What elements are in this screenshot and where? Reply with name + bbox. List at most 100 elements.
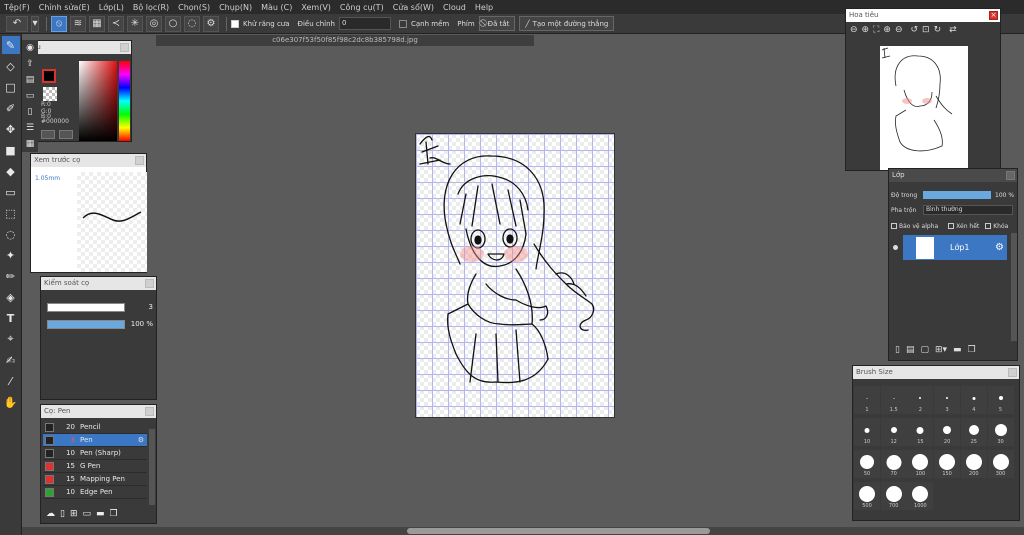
new-brush-icon[interactable]: ▯ — [60, 509, 65, 519]
brush-item-g-pen[interactable]: 15 G Pen — [43, 460, 147, 473]
hand-tool-icon[interactable]: ✋ — [2, 393, 20, 411]
smudge-tool-icon[interactable]: ✍ — [2, 351, 20, 369]
select-eraser-icon[interactable]: ◈ — [2, 288, 20, 306]
add-layer-icon[interactable]: ⊞▾ — [935, 345, 947, 355]
color-wheel-icon[interactable]: ◉ — [23, 41, 37, 55]
message-icon[interactable]: ▭ — [23, 89, 37, 103]
layer-scrollbar[interactable] — [1011, 233, 1017, 341]
list-icon[interactable]: ☰ — [23, 121, 37, 135]
menu-window[interactable]: Cửa sổ(W) — [393, 3, 434, 12]
add-brush-icon[interactable]: ⊞ — [70, 509, 78, 519]
foreground-swatch[interactable] — [42, 69, 56, 83]
brush-tool-icon[interactable]: ✎ — [1, 36, 20, 54]
close-icon[interactable] — [1006, 171, 1015, 180]
stroke-parallel-icon[interactable]: ≋ — [70, 15, 86, 32]
new-layer-3-icon[interactable]: ▢ — [920, 345, 929, 355]
brush-item-pencil[interactable]: 20 Pencil — [43, 421, 147, 434]
clipping-checkbox[interactable] — [948, 223, 955, 229]
select-tool-icon[interactable]: ⬚ — [2, 204, 20, 222]
eraser-tool-icon[interactable]: ◇ — [2, 57, 20, 75]
gear-icon[interactable]: ⚙ — [138, 436, 144, 444]
stabilizer-off-icon[interactable]: ⦸ — [51, 15, 67, 32]
zoom-out-icon[interactable]: ⊖ — [850, 25, 858, 35]
export-icon[interactable]: ⇪ — [23, 57, 37, 71]
brush-size-cell[interactable]: 500 — [854, 482, 880, 510]
brush-size-cell[interactable]: 12 — [880, 418, 907, 446]
menu-tools[interactable]: Công cụ(T) — [340, 3, 384, 12]
zoom-in-icon[interactable]: ⊕ — [862, 25, 870, 35]
brush-size-cell[interactable]: 1.5 — [880, 386, 907, 414]
menu-help[interactable]: Help — [475, 3, 493, 12]
close-icon[interactable] — [120, 43, 129, 52]
menu-filter[interactable]: Bộ lọc(R) — [133, 3, 169, 12]
protect-alpha-checkbox[interactable] — [891, 223, 897, 229]
brush-item-mapping-pen[interactable]: 15 Mapping Pen — [43, 473, 147, 486]
menu-view[interactable]: Xem(V) — [301, 3, 331, 12]
horizontal-scrollbar[interactable] — [22, 527, 1024, 535]
dot-tool-icon[interactable]: ✐ — [2, 99, 20, 117]
bucket-tool-icon[interactable]: ◆ — [2, 162, 20, 180]
brush-size-slider[interactable] — [47, 303, 125, 312]
drawing-canvas[interactable] — [415, 133, 615, 418]
move-tool-icon[interactable]: ✥ — [2, 120, 20, 138]
toolbar-dropdown-icon[interactable]: ▾ — [31, 15, 39, 32]
concentric-icon[interactable]: ◎ — [146, 15, 162, 32]
folder-icon[interactable]: ▬ — [96, 509, 105, 519]
brush-size-value[interactable]: 3 — [129, 303, 153, 312]
brush-size-cell[interactable]: 200 — [960, 450, 987, 478]
disable-button[interactable]: ⃠Đã tắt — [478, 16, 516, 31]
eyedropper-tool-icon[interactable]: ⁄ — [2, 372, 20, 390]
brush-size-cell[interactable]: 15 — [907, 418, 934, 446]
close-icon[interactable] — [145, 407, 154, 416]
divide-tool-icon[interactable]: ⌖ — [2, 330, 20, 348]
fit-icon[interactable]: ⛶ — [873, 25, 879, 35]
menu-cloud[interactable]: Cloud — [443, 3, 466, 12]
menu-layer[interactable]: Lớp(L) — [99, 3, 124, 12]
duplicate-icon[interactable]: ❐ — [110, 509, 118, 519]
symmetry-icon[interactable]: ◌ — [184, 15, 200, 32]
close-icon[interactable] — [1008, 368, 1017, 377]
rotate-right-icon[interactable]: ↻ — [934, 25, 942, 35]
perspective-icon[interactable]: ≺ — [108, 15, 124, 32]
circle-icon[interactable]: ○ — [165, 15, 181, 32]
brush-size-cell[interactable]: 10 — [854, 418, 880, 446]
fill-rect-tool-icon[interactable]: ■ — [2, 141, 20, 159]
copy-brush-icon[interactable]: ▭ — [83, 509, 92, 519]
correction-select[interactable]: 0 — [339, 17, 391, 30]
radial-icon[interactable]: ✳ — [127, 15, 143, 32]
file-tab[interactable]: c06e307f53f50f85f98c2dc8b385798d.jpg — [156, 35, 534, 46]
brush-size-cell[interactable]: 30 — [987, 418, 1014, 446]
brush-size-cell[interactable]: 2 — [907, 386, 934, 414]
brush-opacity-value[interactable]: 100 % — [123, 320, 153, 329]
lasso-tool-icon[interactable]: ◌ — [2, 225, 20, 243]
menu-capture[interactable]: Chụp(N) — [219, 3, 252, 12]
brush-item-pen-sharp[interactable]: 10 Pen (Sharp) — [43, 447, 147, 460]
brush-size-cell[interactable]: 50 — [854, 450, 880, 478]
duplicate-icon[interactable]: ❐ — [968, 345, 976, 355]
gear-icon[interactable]: ⚙ — [995, 242, 1004, 253]
gradient-tool-icon[interactable]: ▭ — [2, 183, 20, 201]
zoom-out-2-icon[interactable]: ⊖ — [895, 25, 903, 35]
text-tool-icon[interactable]: T — [2, 309, 20, 327]
close-icon[interactable] — [135, 156, 144, 165]
folder-icon[interactable]: ▬ — [953, 345, 962, 355]
brush-size-cell[interactable]: 700 — [880, 482, 907, 510]
rectangle-tool-icon[interactable]: □ — [2, 78, 20, 96]
rotate-left-icon[interactable]: ↺ — [911, 25, 919, 35]
brush-size-cell[interactable]: 1000 — [907, 482, 934, 510]
brush-size-cell[interactable]: 100 — [907, 450, 934, 478]
menu-color[interactable]: Màu (C) — [261, 3, 292, 12]
transparent-swatch[interactable] — [43, 87, 57, 101]
layer-blend-select[interactable]: Bình thường — [923, 205, 1013, 215]
brush-size-cell[interactable]: 3 — [934, 386, 961, 414]
brush-size-cell[interactable]: 20 — [934, 418, 961, 446]
brush-item-edge-pen[interactable]: 10 Edge Pen — [43, 486, 147, 499]
layer-opacity-value[interactable]: 100 % — [995, 192, 1014, 199]
color-picker-button[interactable] — [41, 130, 55, 139]
brush-size-cell[interactable]: 5 — [987, 386, 1014, 414]
hue-slider[interactable] — [119, 61, 130, 141]
brush-cloud-icon[interactable]: ☁ — [46, 509, 55, 519]
brush-size-cell[interactable]: 300 — [987, 450, 1014, 478]
layer-opacity-slider[interactable] — [923, 191, 991, 199]
saturation-value-square[interactable] — [79, 61, 117, 141]
